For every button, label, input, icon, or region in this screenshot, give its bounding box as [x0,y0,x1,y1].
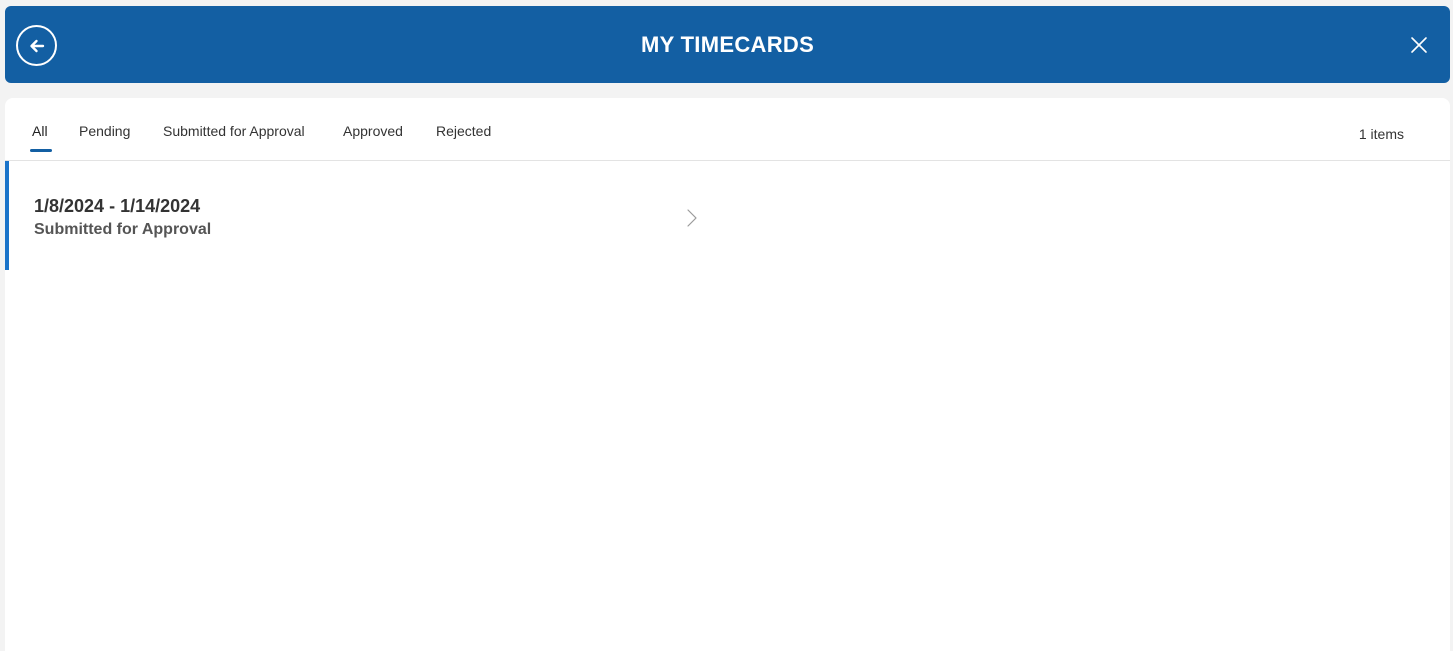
tab-all[interactable]: All [32,123,48,139]
timecards-app: MY TIMECARDS All Pending Submitted for A… [0,0,1453,651]
tab-pending[interactable]: Pending [79,123,130,139]
active-tab-indicator [30,149,52,152]
header-bar: MY TIMECARDS [5,6,1450,83]
timecards-panel: All Pending Submitted for Approval Appro… [5,98,1450,651]
chevron-right-icon [687,209,697,227]
timecard-row[interactable]: 1/8/2024 - 1/14/2024 Submitted for Appro… [5,161,705,270]
page-title: MY TIMECARDS [640,32,815,57]
timecard-date-range: 1/8/2024 - 1/14/2024 [34,196,201,216]
status-tabs: All Pending Submitted for Approval Appro… [5,98,1450,161]
close-button[interactable] [1408,34,1430,56]
item-count: 1 items [1358,126,1404,142]
tab-rejected[interactable]: Rejected [436,123,491,139]
close-icon [1411,37,1427,53]
tab-approved[interactable]: Approved [343,123,403,139]
timecard-status: Submitted for Approval [34,221,212,238]
tab-submitted-for-approval[interactable]: Submitted for Approval [163,123,305,139]
